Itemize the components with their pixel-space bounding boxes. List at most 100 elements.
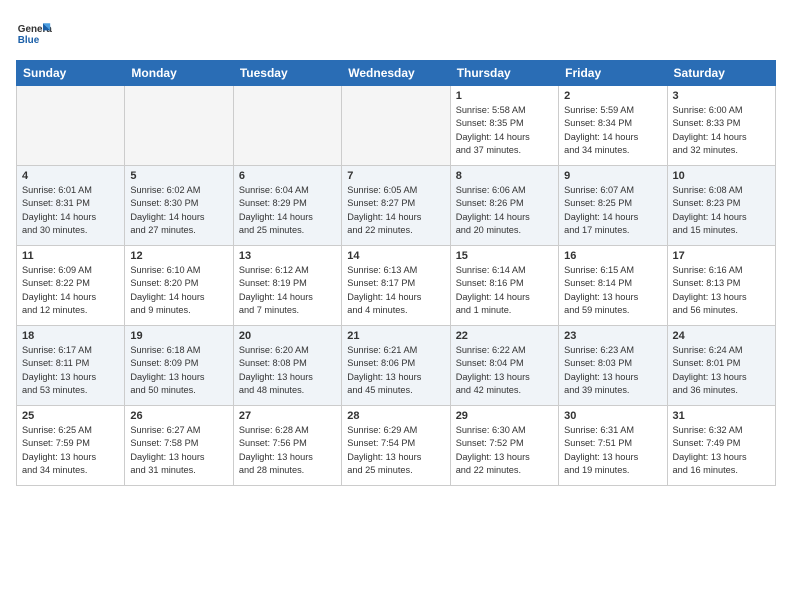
day-info: Sunrise: 6:15 AM Sunset: 8:14 PM Dayligh… <box>564 264 661 317</box>
logo: General Blue <box>16 16 52 52</box>
calendar-cell: 31 Sunrise: 6:32 AM Sunset: 7:49 PM Dayli… <box>667 406 775 486</box>
day-info: Sunrise: 6:32 AM Sunset: 7:49 PM Dayligh… <box>673 424 770 477</box>
calendar-cell: 15 Sunrise: 6:14 AM Sunset: 8:16 PM Dayli… <box>450 246 558 326</box>
calendar-cell: 29Sunrise: 6:30 AM Sunset: 7:52 PM Dayli… <box>450 406 558 486</box>
day-number: 30 <box>564 410 661 422</box>
day-number: 15 <box>456 250 553 262</box>
calendar-cell <box>17 86 125 166</box>
calendar-cell: 12 Sunrise: 6:10 AM Sunset: 8:20 PM Dayli… <box>125 246 233 326</box>
day-info: Sunrise: 6:05 AM Sunset: 8:27 PM Dayligh… <box>347 184 444 237</box>
day-header-tuesday: Tuesday <box>233 61 341 86</box>
day-info: Sunrise: 6:20 AM Sunset: 8:08 PM Dayligh… <box>239 344 336 397</box>
calendar-cell: 19Sunrise: 6:18 AM Sunset: 8:09 PM Dayli… <box>125 326 233 406</box>
calendar-cell: 26 Sunrise: 6:27 AM Sunset: 7:58 PM Dayli… <box>125 406 233 486</box>
calendar-cell: 17Sunrise: 6:16 AM Sunset: 8:13 PM Dayli… <box>667 246 775 326</box>
logo-icon: General Blue <box>16 16 52 52</box>
day-header-sunday: Sunday <box>17 61 125 86</box>
calendar-cell: 20 Sunrise: 6:20 AM Sunset: 8:08 PM Dayli… <box>233 326 341 406</box>
day-info: Sunrise: 6:24 AM Sunset: 8:01 PM Dayligh… <box>673 344 770 397</box>
day-header-wednesday: Wednesday <box>342 61 450 86</box>
day-header-saturday: Saturday <box>667 61 775 86</box>
calendar-cell: 1Sunrise: 5:58 AM Sunset: 8:35 PM Daylig… <box>450 86 558 166</box>
day-number: 13 <box>239 250 336 262</box>
day-number: 7 <box>347 170 444 182</box>
calendar-cell: 9 Sunrise: 6:07 AM Sunset: 8:25 PM Daylig… <box>559 166 667 246</box>
day-number: 21 <box>347 330 444 342</box>
day-info: Sunrise: 6:08 AM Sunset: 8:23 PM Dayligh… <box>673 184 770 237</box>
calendar-cell: 21 Sunrise: 6:21 AM Sunset: 8:06 PM Dayli… <box>342 326 450 406</box>
day-number: 2 <box>564 90 661 102</box>
calendar-cell: 6 Sunrise: 6:04 AM Sunset: 8:29 PM Daylig… <box>233 166 341 246</box>
calendar-cell: 10 Sunrise: 6:08 AM Sunset: 8:23 PM Dayli… <box>667 166 775 246</box>
day-number: 26 <box>130 410 227 422</box>
day-info: Sunrise: 6:02 AM Sunset: 8:30 PM Dayligh… <box>130 184 227 237</box>
svg-text:Blue: Blue <box>18 35 40 46</box>
week-row-5: 25 Sunrise: 6:25 AM Sunset: 7:59 PM Dayli… <box>17 406 776 486</box>
day-number: 8 <box>456 170 553 182</box>
day-header-row: SundayMondayTuesdayWednesdayThursdayFrid… <box>17 61 776 86</box>
calendar-cell: 28 Sunrise: 6:29 AM Sunset: 7:54 PM Dayli… <box>342 406 450 486</box>
day-header-thursday: Thursday <box>450 61 558 86</box>
day-info: Sunrise: 6:29 AM Sunset: 7:54 PM Dayligh… <box>347 424 444 477</box>
week-row-1: 1Sunrise: 5:58 AM Sunset: 8:35 PM Daylig… <box>17 86 776 166</box>
day-info: Sunrise: 6:04 AM Sunset: 8:29 PM Dayligh… <box>239 184 336 237</box>
day-info: Sunrise: 6:31 AM Sunset: 7:51 PM Dayligh… <box>564 424 661 477</box>
day-info: Sunrise: 5:59 AM Sunset: 8:34 PM Dayligh… <box>564 104 661 157</box>
day-number: 3 <box>673 90 770 102</box>
day-info: Sunrise: 6:01 AM Sunset: 8:31 PM Dayligh… <box>22 184 119 237</box>
calendar-cell: 23 Sunrise: 6:23 AM Sunset: 8:03 PM Dayli… <box>559 326 667 406</box>
day-number: 27 <box>239 410 336 422</box>
day-info: Sunrise: 6:21 AM Sunset: 8:06 PM Dayligh… <box>347 344 444 397</box>
day-info: Sunrise: 6:17 AM Sunset: 8:11 PM Dayligh… <box>22 344 119 397</box>
day-number: 18 <box>22 330 119 342</box>
day-number: 28 <box>347 410 444 422</box>
calendar-cell: 25 Sunrise: 6:25 AM Sunset: 7:59 PM Dayli… <box>17 406 125 486</box>
calendar-cell: 24 Sunrise: 6:24 AM Sunset: 8:01 PM Dayli… <box>667 326 775 406</box>
calendar-cell: 4Sunrise: 6:01 AM Sunset: 8:31 PM Daylig… <box>17 166 125 246</box>
calendar-cell: 2 Sunrise: 5:59 AM Sunset: 8:34 PM Daylig… <box>559 86 667 166</box>
calendar-cell: 13 Sunrise: 6:12 AM Sunset: 8:19 PM Dayli… <box>233 246 341 326</box>
day-number: 31 <box>673 410 770 422</box>
day-number: 9 <box>564 170 661 182</box>
day-header-friday: Friday <box>559 61 667 86</box>
calendar-cell: 7 Sunrise: 6:05 AM Sunset: 8:27 PM Daylig… <box>342 166 450 246</box>
calendar-cell: 22Sunrise: 6:22 AM Sunset: 8:04 PM Dayli… <box>450 326 558 406</box>
day-info: Sunrise: 6:30 AM Sunset: 7:52 PM Dayligh… <box>456 424 553 477</box>
calendar-cell: 8Sunrise: 6:06 AM Sunset: 8:26 PM Daylig… <box>450 166 558 246</box>
calendar-table: SundayMondayTuesdayWednesdayThursdayFrid… <box>16 60 776 486</box>
day-number: 11 <box>22 250 119 262</box>
day-info: Sunrise: 5:58 AM Sunset: 8:35 PM Dayligh… <box>456 104 553 157</box>
calendar-cell <box>233 86 341 166</box>
day-number: 23 <box>564 330 661 342</box>
day-info: Sunrise: 6:07 AM Sunset: 8:25 PM Dayligh… <box>564 184 661 237</box>
calendar-cell: 3 Sunrise: 6:00 AM Sunset: 8:33 PM Daylig… <box>667 86 775 166</box>
calendar-cell <box>125 86 233 166</box>
day-info: Sunrise: 6:16 AM Sunset: 8:13 PM Dayligh… <box>673 264 770 317</box>
day-info: Sunrise: 6:14 AM Sunset: 8:16 PM Dayligh… <box>456 264 553 317</box>
day-info: Sunrise: 6:22 AM Sunset: 8:04 PM Dayligh… <box>456 344 553 397</box>
day-number: 12 <box>130 250 227 262</box>
day-number: 25 <box>22 410 119 422</box>
day-number: 5 <box>130 170 227 182</box>
day-info: Sunrise: 6:12 AM Sunset: 8:19 PM Dayligh… <box>239 264 336 317</box>
day-info: Sunrise: 6:09 AM Sunset: 8:22 PM Dayligh… <box>22 264 119 317</box>
day-info: Sunrise: 6:25 AM Sunset: 7:59 PM Dayligh… <box>22 424 119 477</box>
calendar-cell: 14Sunrise: 6:13 AM Sunset: 8:17 PM Dayli… <box>342 246 450 326</box>
day-number: 16 <box>564 250 661 262</box>
day-number: 24 <box>673 330 770 342</box>
calendar-cell: 11 Sunrise: 6:09 AM Sunset: 8:22 PM Dayli… <box>17 246 125 326</box>
day-info: Sunrise: 6:18 AM Sunset: 8:09 PM Dayligh… <box>130 344 227 397</box>
day-info: Sunrise: 6:00 AM Sunset: 8:33 PM Dayligh… <box>673 104 770 157</box>
day-info: Sunrise: 6:27 AM Sunset: 7:58 PM Dayligh… <box>130 424 227 477</box>
day-number: 10 <box>673 170 770 182</box>
day-info: Sunrise: 6:23 AM Sunset: 8:03 PM Dayligh… <box>564 344 661 397</box>
calendar-cell <box>342 86 450 166</box>
day-info: Sunrise: 6:13 AM Sunset: 8:17 PM Dayligh… <box>347 264 444 317</box>
day-info: Sunrise: 6:10 AM Sunset: 8:20 PM Dayligh… <box>130 264 227 317</box>
day-header-monday: Monday <box>125 61 233 86</box>
calendar-cell: 18 Sunrise: 6:17 AM Sunset: 8:11 PM Dayli… <box>17 326 125 406</box>
day-number: 20 <box>239 330 336 342</box>
day-number: 6 <box>239 170 336 182</box>
calendar-cell: 27Sunrise: 6:28 AM Sunset: 7:56 PM Dayli… <box>233 406 341 486</box>
week-row-2: 4Sunrise: 6:01 AM Sunset: 8:31 PM Daylig… <box>17 166 776 246</box>
